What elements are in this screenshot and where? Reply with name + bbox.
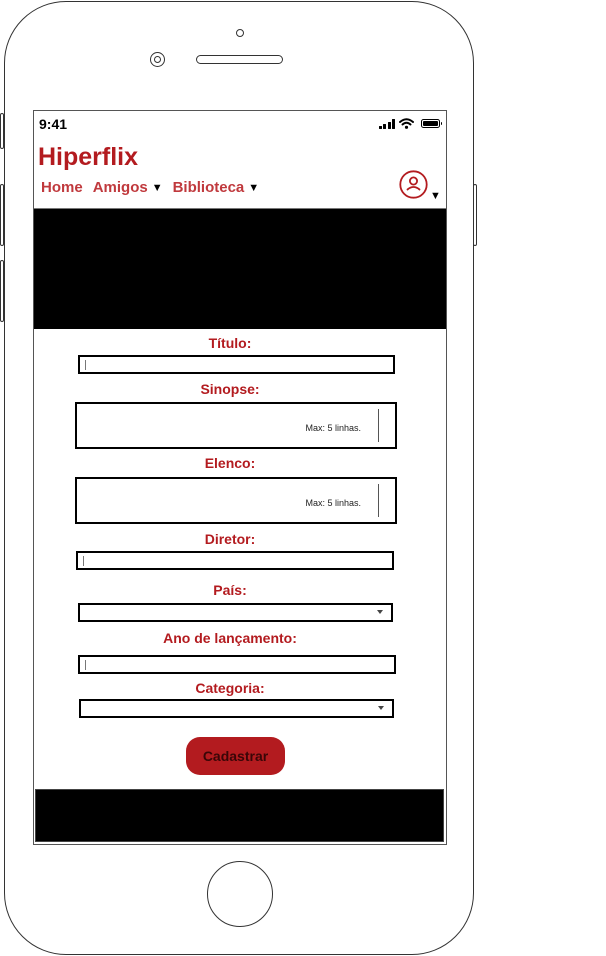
textarea-scrollbar[interactable] [378, 484, 379, 517]
dropdown-arrow-icon [378, 706, 384, 710]
app-title: Hiperflix [38, 143, 139, 171]
textarea-scrollbar[interactable] [378, 409, 379, 442]
text-cursor [85, 360, 86, 370]
sinopse-hint: Max: 5 linhas. [305, 423, 361, 433]
volume-down-button [0, 260, 4, 322]
front-camera [150, 52, 165, 67]
battery-icon [421, 119, 442, 128]
sinopse-label: Sinopse: [200, 381, 260, 397]
user-circle-icon [399, 170, 428, 199]
status-time: 9:41 [39, 116, 68, 132]
diretor-label: Diretor: [204, 531, 256, 547]
home-button[interactable] [207, 861, 273, 927]
volume-up-button [0, 184, 4, 246]
power-button [473, 184, 477, 246]
text-cursor [83, 556, 84, 566]
categoria-label: Categoria: [195, 680, 265, 696]
cadastrar-button[interactable]: Cadastrar [186, 737, 285, 775]
cellular-signal-icon [378, 118, 395, 129]
nav-home-label: Home [41, 179, 83, 196]
app-screen: 9:41 Hiperflix Home Amigos ▼ Biblioteca … [33, 110, 447, 845]
wifi-icon [399, 118, 414, 129]
sinopse-textarea[interactable]: Max: 5 linhas. [75, 402, 397, 449]
ano-input[interactable] [78, 655, 396, 674]
pais-select[interactable] [78, 603, 393, 622]
nav-biblioteca-label: Biblioteca [172, 179, 245, 196]
nav-amigos-label: Amigos [92, 179, 148, 196]
caret-down-icon: ▼ [151, 181, 163, 194]
text-cursor [85, 660, 86, 670]
user-menu[interactable]: ▼ [399, 170, 441, 202]
main-nav: Home Amigos ▼ Biblioteca ▼ [41, 179, 259, 196]
nav-home[interactable]: Home [41, 179, 83, 196]
caret-down-icon: ▼ [248, 181, 260, 194]
earpiece-speaker [196, 55, 283, 64]
banner [34, 208, 446, 329]
status-icons [378, 118, 442, 129]
diretor-input[interactable] [76, 551, 394, 570]
ano-label: Ano de lançamento: [163, 630, 297, 646]
elenco-textarea[interactable]: Max: 5 linhas. [75, 477, 397, 524]
titulo-input[interactable] [78, 355, 395, 374]
dropdown-arrow-icon [377, 610, 383, 614]
silent-switch [0, 113, 4, 149]
nav-biblioteca[interactable]: Biblioteca ▼ [173, 179, 260, 196]
footer-bar [35, 789, 444, 842]
categoria-select[interactable] [79, 699, 394, 718]
elenco-label: Elenco: [204, 455, 256, 471]
nav-amigos[interactable]: Amigos ▼ [93, 179, 163, 196]
caret-down-icon: ▼ [430, 190, 441, 202]
proximity-sensor [236, 29, 244, 37]
elenco-hint: Max: 5 linhas. [305, 498, 361, 508]
titulo-label: Título: [208, 335, 252, 351]
pais-label: País: [213, 582, 247, 598]
